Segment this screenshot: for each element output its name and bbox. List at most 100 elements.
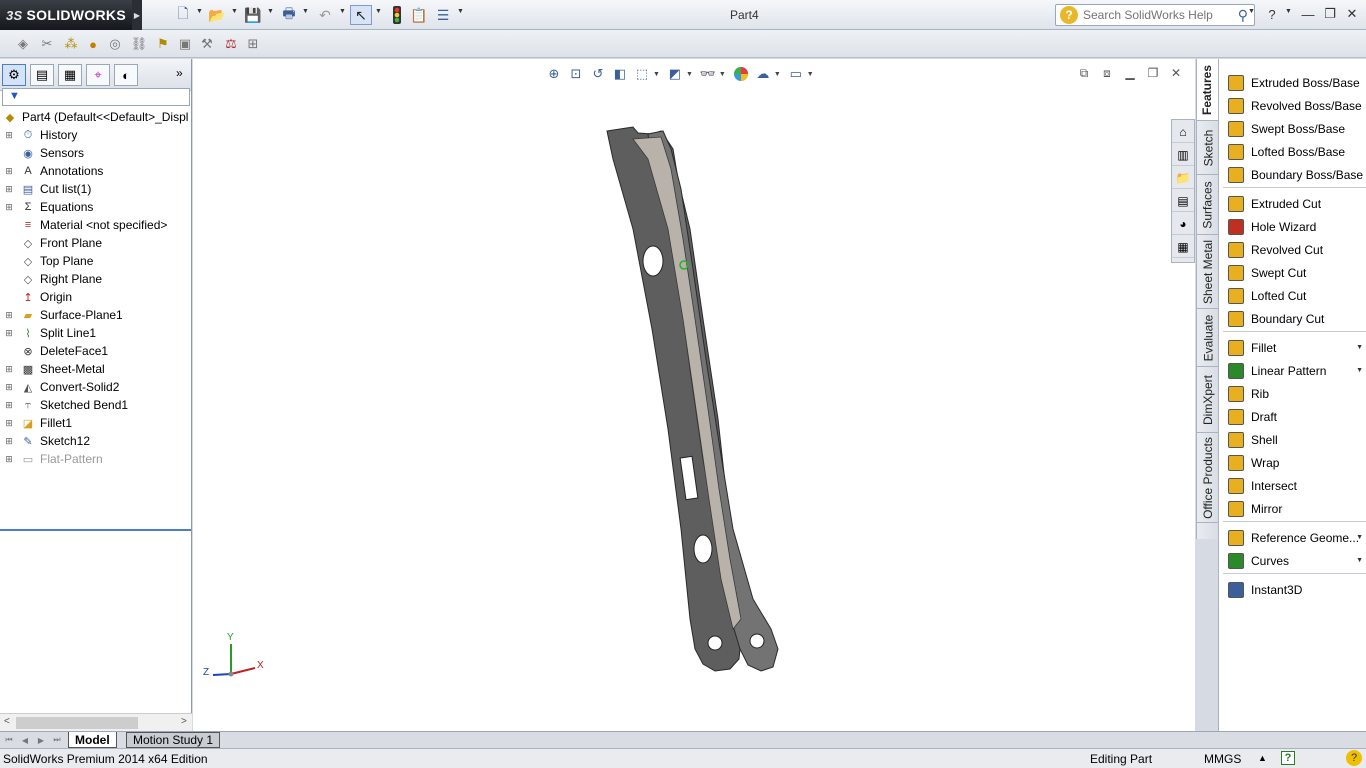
cmd-cut-icon[interactable]: ✂ [38,35,56,53]
tree-item[interactable]: ◇ Top Plane [0,252,191,270]
next-tab-icon[interactable]: ▶ [34,734,48,746]
tree-item[interactable]: ⊞ ◪ Fillet1 [0,414,191,432]
vertical-tab-sheet-metal[interactable]: Sheet Metal [1197,235,1219,309]
configuration-manager-tab-icon[interactable]: ▦ [58,64,82,86]
tree-item[interactable]: ⊞ ▭ Flat-Pattern [0,450,191,468]
cmd-boss-icon[interactable]: ◈ [14,35,32,53]
file-properties-icon[interactable]: 📋 [408,5,430,25]
solidworks-logo[interactable]: 3S SOLIDWORKS [0,0,132,30]
last-tab-icon[interactable]: ⏭ [50,734,64,746]
feature-command-mirror[interactable]: Mirror [1219,497,1366,520]
property-manager-tab-icon[interactable]: ▤ [30,64,54,86]
help-search-box[interactable]: ? ⚲ [1055,4,1255,26]
help-dropdown-arrow[interactable]: ▼ [1285,8,1292,15]
expand-plus-icon[interactable]: ⊞ [4,414,14,432]
open-dropdown-arrow[interactable]: ▼ [231,8,238,15]
expand-plus-icon[interactable]: ⊞ [4,378,14,396]
prev-tab-icon[interactable]: ◀ [18,734,32,746]
print-dropdown-arrow[interactable]: ▼ [302,8,309,15]
minimize-window-icon[interactable]: — [1298,5,1318,23]
graphics-area[interactable]: ⊕ ⊡ ↺ ◧ ⬚ ▼ ◩ ▼ 👓 ▼ ☁ ▼ ▭ ▼ ⧉ ⧈ ▁ ❐ ✕ ⌂ … [193,59,1195,731]
tree-item[interactable]: ⊞ ⏱ History [0,126,191,144]
scroll-thumb[interactable] [16,717,138,729]
feature-command-swept-cut[interactable]: Swept Cut [1219,261,1366,284]
tree-item[interactable]: ⊞ Σ Equations [0,198,191,216]
feature-command-fillet[interactable]: Fillet ▼ [1219,336,1366,359]
expand-plus-icon[interactable]: ⊞ [4,324,14,342]
feature-command-shell[interactable]: Shell [1219,428,1366,451]
expand-plus-icon[interactable]: ⊞ [4,306,14,324]
cmd-sphere-icon[interactable]: ● [84,35,102,53]
cmd-frame-icon[interactable]: ⊞ [244,35,262,53]
cmd-pattern-icon[interactable]: ⁂ [62,35,80,53]
chevron-down-icon[interactable]: ▼ [1356,557,1363,564]
close-window-icon[interactable]: ✕ [1342,5,1362,23]
restore-window-icon[interactable]: ❐ [1320,5,1340,23]
part-model-view[interactable] [193,59,1195,731]
tree-item[interactable]: ⊞ ◭ Convert-Solid2 [0,378,191,396]
feature-command-lofted-boss-base[interactable]: Lofted Boss/Base [1219,140,1366,163]
cmd-link-icon[interactable]: ⛓ [130,35,148,53]
status-units[interactable]: MMGS [1204,752,1241,766]
tree-filter-field[interactable]: ▼ [2,88,190,106]
feature-command-wrap[interactable]: Wrap [1219,451,1366,474]
tree-item[interactable]: ⊗ DeleteFace1 [0,342,191,360]
search-dropdown-arrow[interactable]: ▼ [1248,8,1255,15]
vertical-tab-dimxpert[interactable]: DimXpert [1197,367,1219,433]
feature-command-lofted-cut[interactable]: Lofted Cut [1219,284,1366,307]
tree-item[interactable]: ◇ Right Plane [0,270,191,288]
expand-plus-icon[interactable]: ⊞ [4,360,14,378]
tree-item[interactable]: ↥ Origin [0,288,191,306]
chevron-down-icon[interactable]: ▼ [1356,344,1363,351]
feature-command-reference-geome[interactable]: Reference Geome... ▼ [1219,526,1366,549]
chevron-right-icon[interactable]: » [176,66,183,80]
select-arrow-icon[interactable]: ↖ [350,5,372,25]
cmd-box-icon[interactable]: ▣ [176,35,194,53]
tab-model[interactable]: Model [68,732,117,748]
expand-plus-icon[interactable]: ⊞ [4,180,14,198]
vertical-tab-evaluate[interactable]: Evaluate [1197,309,1219,367]
cmd-hole-icon[interactable]: ◎ [106,35,124,53]
expand-plus-icon[interactable]: ⊞ [4,396,14,414]
vertical-tab-surfaces[interactable]: Surfaces [1197,175,1219,235]
feature-command-rib[interactable]: Rib [1219,382,1366,405]
tree-root-part[interactable]: ◆ Part4 (Default<<Default>_Displ [0,108,191,126]
undo-icon[interactable]: ↶ [314,5,336,25]
feature-command-intersect[interactable]: Intersect [1219,474,1366,497]
feature-command-revolved-boss-base[interactable]: Revolved Boss/Base [1219,94,1366,117]
search-icon[interactable]: ⚲ [1238,7,1248,24]
tree-item[interactable]: ⊞ ▩ Sheet-Metal [0,360,191,378]
cmd-measure-icon[interactable]: ⚖ [222,35,240,53]
search-input[interactable] [1083,8,1223,22]
feature-command-boundary-boss-base[interactable]: Boundary Boss/Base [1219,163,1366,186]
vertical-tab-office-products[interactable]: Office Products [1197,433,1219,523]
feature-command-draft[interactable]: Draft [1219,405,1366,428]
undo-dropdown-arrow[interactable]: ▼ [339,8,346,15]
new-document-icon[interactable]: 🗋 [172,5,194,25]
cmd-flag-icon[interactable]: ⚑ [154,35,172,53]
vertical-tab-sketch[interactable]: Sketch [1197,121,1219,175]
tree-item[interactable]: ◇ Front Plane [0,234,191,252]
scroll-left-icon[interactable]: < [4,716,10,727]
feature-manager-tab-icon[interactable]: ⚙ [2,64,26,86]
feature-command-hole-wizard[interactable]: Hole Wizard [1219,215,1366,238]
feature-command-revolved-cut[interactable]: Revolved Cut [1219,238,1366,261]
tree-item[interactable]: ⊞ ▰ Surface-Plane1 [0,306,191,324]
tree-item[interactable]: ⊞ ✎ Sketch12 [0,432,191,450]
save-icon[interactable]: 💾 [242,5,264,25]
new-dropdown-arrow[interactable]: ▼ [196,8,203,15]
menu-expand-arrow[interactable]: ▶ [132,0,142,30]
tree-item[interactable]: ◉ Sensors [0,144,191,162]
tab-motion-study[interactable]: Motion Study 1 [126,732,221,748]
tree-item[interactable]: ⊞ ⥾ Sketched Bend1 [0,396,191,414]
chevron-down-icon[interactable]: ▼ [1356,534,1363,541]
options-dropdown-arrow[interactable]: ▼ [457,8,464,15]
feature-command-extruded-boss-base[interactable]: Extruded Boss/Base [1219,71,1366,94]
chevron-down-icon[interactable]: ▼ [1356,367,1363,374]
feature-command-extruded-cut[interactable]: Extruded Cut [1219,192,1366,215]
feature-command-boundary-cut[interactable]: Boundary Cut [1219,307,1366,330]
feature-command-instant3d[interactable]: Instant3D [1219,578,1366,601]
status-notification-icon[interactable]: ? [1346,750,1362,766]
units-dropdown-arrow[interactable]: ▲ [1258,753,1267,763]
expand-plus-icon[interactable]: ⊞ [4,126,14,144]
